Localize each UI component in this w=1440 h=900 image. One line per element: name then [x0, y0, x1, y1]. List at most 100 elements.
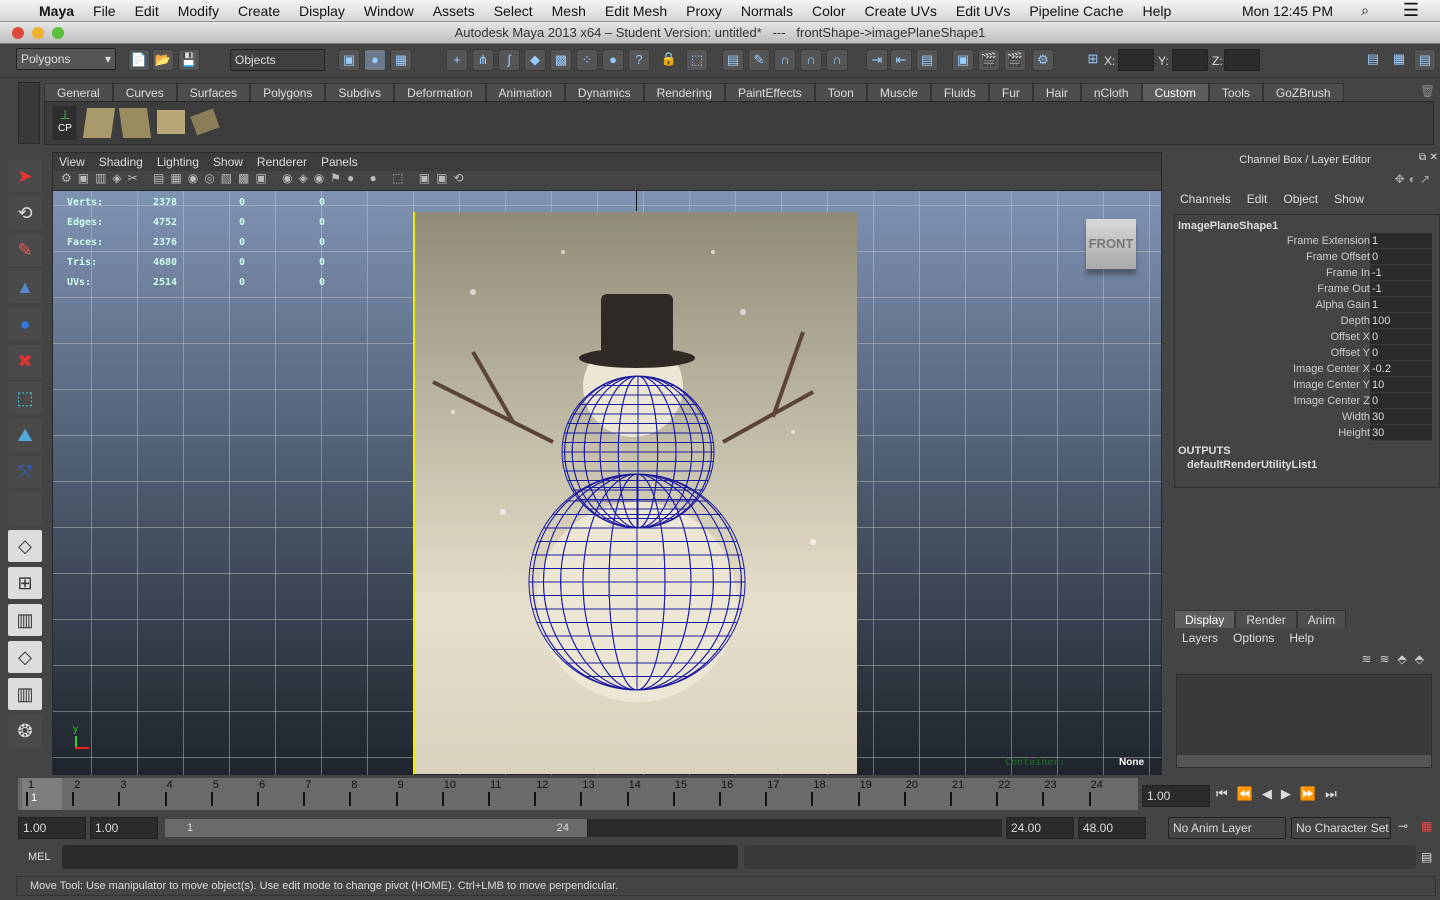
menu-assets[interactable]: Assets: [433, 3, 475, 19]
channel-value[interactable]: 10: [1370, 377, 1432, 393]
select-hierarchy-icon[interactable]: ▣: [338, 49, 360, 71]
channel-value[interactable]: -0.2: [1370, 361, 1432, 377]
help-icon[interactable]: ?: [628, 49, 650, 71]
y-field[interactable]: [1172, 49, 1208, 71]
shelf-tab-muscle[interactable]: Muscle: [866, 83, 931, 101]
channel-value[interactable]: 0: [1370, 393, 1432, 409]
script-editor-icon[interactable]: ▤: [1421, 850, 1432, 864]
layer-tab-anim[interactable]: Anim: [1296, 610, 1347, 628]
history-icon[interactable]: ▤: [722, 49, 744, 71]
menu-normals[interactable]: Normals: [741, 3, 793, 19]
shelf-tab-subdivs[interactable]: Subdivs: [325, 83, 395, 101]
time-slider[interactable]: 1 1 2 3 4 5 6 7 8 9 10 11 12 13 14 15 16 17 18 19 20 21 22 23 2…: [18, 778, 1138, 810]
shelf-tab-deformation[interactable]: Deformation: [394, 83, 486, 101]
layer-tab-display[interactable]: Display: [1174, 610, 1236, 628]
menu-create-uvs[interactable]: Create UVs: [865, 3, 937, 19]
shelf-tab-tools[interactable]: Tools: [1208, 83, 1263, 101]
menu-pipeline-cache[interactable]: Pipeline Cache: [1029, 3, 1123, 19]
shelf-tab-gozbrush[interactable]: GoZBrush: [1262, 83, 1344, 101]
scale-tool-icon[interactable]: ✖: [8, 345, 42, 377]
channel-value[interactable]: -1: [1370, 265, 1432, 281]
panel-menu-renderer[interactable]: Renderer: [257, 153, 307, 171]
construction-icon[interactable]: ✎: [748, 49, 770, 71]
menu-create[interactable]: Create: [238, 3, 280, 19]
select-tool-icon[interactable]: ➤: [8, 160, 42, 192]
shelf-uv-tool-4-icon[interactable]: [190, 108, 220, 136]
shelf-tab-general[interactable]: General: [44, 83, 113, 101]
horizontal-scrollbar[interactable]: [1177, 755, 1431, 767]
last-tool-slot[interactable]: [8, 493, 42, 525]
panel-menu-panels[interactable]: Panels: [321, 153, 358, 171]
key-icon[interactable]: ⊸: [1398, 819, 1408, 833]
magnet-icon-2[interactable]: ∩: [800, 49, 822, 71]
app-menu[interactable]: Maya: [39, 3, 74, 19]
shelf-tab-rendering[interactable]: Rendering: [643, 83, 725, 101]
input-ops-icon[interactable]: ⇥: [866, 49, 888, 71]
soft-mod-icon[interactable]: ⛰: [8, 419, 42, 451]
ipr-render-icon[interactable]: 🎬: [1004, 49, 1026, 71]
channel-value[interactable]: 30: [1370, 425, 1432, 441]
shelf-uv-tool-3-icon[interactable]: [157, 110, 185, 134]
shelf-tab-fluids[interactable]: Fluids: [930, 83, 989, 101]
attribute-icon[interactable]: ▤: [916, 49, 938, 71]
shelf-tab-custom[interactable]: Custom: [1141, 83, 1209, 101]
outliner-layout-icon[interactable]: ▥: [8, 604, 42, 636]
3d-view[interactable]: Verts: 2378 0 0 Edges: 4752 0 0 Faces: 2376 0 0 Tris…: [53, 191, 1161, 775]
panel-menu-show[interactable]: Show: [213, 153, 243, 171]
menu-edit-uvs[interactable]: Edit UVs: [956, 3, 1010, 19]
channel-row[interactable]: Offset X0: [1175, 329, 1439, 345]
shelf-cp-button[interactable]: ⟂ CP: [53, 106, 77, 140]
shelf-uv-tool-1-icon[interactable]: [82, 108, 116, 138]
shelf-tab-dynamics[interactable]: Dynamics: [564, 83, 644, 101]
open-scene-icon[interactable]: 📂: [152, 49, 174, 71]
menu-window[interactable]: Window: [364, 3, 414, 19]
current-frame-field[interactable]: 1.00: [1142, 785, 1210, 807]
select-object-icon[interactable]: ●: [364, 49, 386, 71]
range-slider[interactable]: 1 24: [165, 819, 587, 837]
layer-tab-render[interactable]: Render: [1235, 610, 1297, 628]
maya-logo-icon[interactable]: ❂: [8, 715, 42, 747]
particles-icon[interactable]: ⁘: [576, 49, 598, 71]
playback-end-field[interactable]: 24.00: [1006, 817, 1074, 839]
attribute-editor-icon[interactable]: ▤: [1362, 49, 1384, 71]
select-component-icon[interactable]: ▦: [390, 49, 412, 71]
channel-row[interactable]: Image Center Z0: [1175, 393, 1439, 409]
lasso-tool-icon[interactable]: ⟲: [8, 197, 42, 229]
render-current-icon[interactable]: 🎬: [978, 49, 1000, 71]
hypershade-layout-icon[interactable]: ▥: [8, 678, 42, 710]
panel-menu-view[interactable]: View: [59, 153, 85, 171]
list-icon[interactable]: ☰: [1403, 0, 1419, 21]
snap-view-plane-icon[interactable]: ◆: [524, 49, 546, 71]
channel-row[interactable]: Frame Out -1: [1175, 281, 1439, 297]
menu-mesh[interactable]: Mesh: [552, 3, 586, 19]
transform-mode-icon[interactable]: ⊞: [1082, 49, 1104, 71]
view-cube-front[interactable]: FRONT: [1086, 219, 1136, 269]
channel-menu-channels[interactable]: Channels: [1180, 192, 1231, 206]
shelf-tab-polygons[interactable]: Polygons: [250, 83, 326, 101]
channel-row[interactable]: Frame In -1: [1175, 265, 1439, 281]
shelf-tab-animation[interactable]: Animation: [485, 83, 565, 101]
render-icon[interactable]: ●: [602, 49, 624, 71]
spotlight-icon[interactable]: ⌕: [1361, 2, 1369, 19]
menu-color[interactable]: Color: [812, 3, 845, 19]
four-pane-layout-icon[interactable]: ⊞: [8, 567, 42, 599]
paint-select-tool-icon[interactable]: ✎: [8, 234, 42, 266]
channel-value[interactable]: 100: [1370, 313, 1432, 329]
graph-layout-icon[interactable]: ◇: [8, 641, 42, 673]
magnet-icon-3[interactable]: ∩: [826, 49, 848, 71]
snap-live-icon[interactable]: ▩: [550, 49, 572, 71]
layer-buttons-icons[interactable]: ≋≋⬘⬘: [1361, 652, 1432, 666]
channel-menu-show[interactable]: Show: [1334, 192, 1364, 206]
channel-value[interactable]: 0: [1370, 329, 1432, 345]
panel-toolbar-icons[interactable]: ⚙▣▥◈✂ ▤▦◉◎▧▩▣ ◉◈◉⚑● ● ⬚ ▣▣⟲: [53, 171, 470, 185]
channel-value[interactable]: 1: [1370, 233, 1432, 249]
channel-box-mode-icons[interactable]: ✥◐↗: [1395, 172, 1434, 186]
end-time-field[interactable]: 48.00: [1078, 817, 1146, 839]
channel-value[interactable]: 0: [1370, 249, 1432, 265]
channel-value[interactable]: 1: [1370, 297, 1432, 313]
layer-menu-options[interactable]: Options: [1233, 631, 1274, 645]
menu-set-dropdown[interactable]: Polygons ▾: [16, 48, 116, 70]
playback-controls[interactable]: ⏮⏪◀▶⏩⏭: [1216, 786, 1346, 802]
float-panel-icon[interactable]: ⧉: [1419, 152, 1426, 163]
channel-row[interactable]: Width 30: [1175, 409, 1439, 425]
